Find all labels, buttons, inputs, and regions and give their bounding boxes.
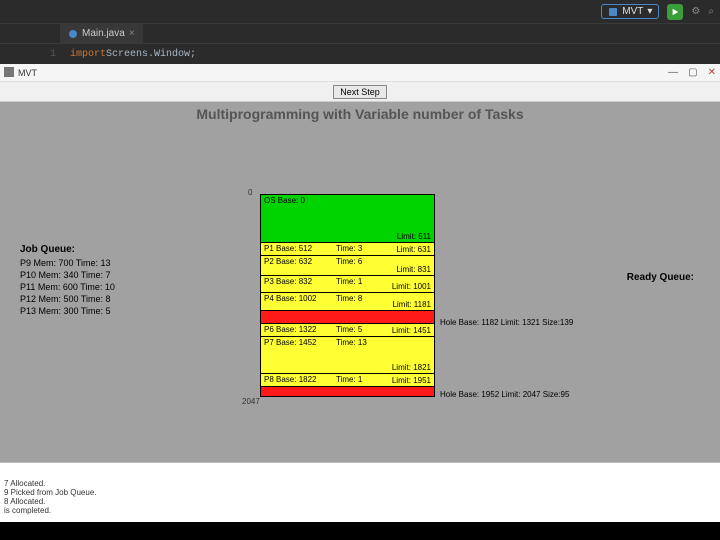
gear-icon[interactable]: ⚙ xyxy=(691,6,700,17)
run-config-selector[interactable]: MVT ▾ xyxy=(601,4,659,19)
close-icon[interactable]: × xyxy=(129,28,135,39)
segment-time: Time: 5 xyxy=(336,325,362,334)
segment-limit: Limit: 1951 xyxy=(392,376,431,385)
java-file-icon xyxy=(68,29,78,39)
editor-code-area[interactable]: 1 import Screens.Window; xyxy=(0,44,720,64)
job-queue-title: Job Queue: xyxy=(20,244,115,255)
memory-segment: P2 Base: 632 Time: 6 Limit: 831 xyxy=(261,256,434,276)
ide-topbar: MVT ▾ ⚙ ⌕ xyxy=(0,0,720,24)
tab-filename: Main.java xyxy=(82,28,125,39)
segment-base: OS Base: 0 xyxy=(264,196,305,205)
window-titlebar[interactable]: MVT — ▢ ✕ xyxy=(0,64,720,82)
close-window-icon[interactable]: ✕ xyxy=(708,67,716,78)
memory-segment: P1 Base: 512 Time: 3 Limit: 631 xyxy=(261,243,434,256)
job-queue: Job Queue: P9 Mem: 700 Time: 13P10 Mem: … xyxy=(20,244,115,317)
run-config-icon xyxy=(608,7,618,17)
maximize-icon[interactable]: ▢ xyxy=(688,67,697,78)
console-line: 8 Allocated. xyxy=(4,497,716,506)
memory-segment xyxy=(261,311,434,324)
minimize-icon[interactable]: — xyxy=(668,67,678,78)
segment-base: P1 Base: 512 xyxy=(264,244,312,253)
segment-time: Time: 3 xyxy=(336,244,362,253)
segment-time: Time: 6 xyxy=(336,257,362,266)
run-button[interactable] xyxy=(667,4,683,20)
memory-segment xyxy=(261,387,434,396)
line-number: 1 xyxy=(0,49,70,60)
segment-base: P7 Base: 1452 xyxy=(264,338,316,347)
memory-segment: P8 Base: 1822 Time: 1 Limit: 1951 xyxy=(261,374,434,387)
memory-segment: OS Base: 0 Limit: 511 xyxy=(261,195,434,243)
segment-time: Time: 8 xyxy=(336,294,362,303)
play-icon xyxy=(671,8,679,16)
run-config-label: MVT xyxy=(622,6,643,17)
job-queue-item: P13 Mem: 300 Time: 5 xyxy=(20,305,115,317)
console-line: 9 Picked from Job Queue. xyxy=(4,488,716,497)
job-queue-item: P11 Mem: 600 Time: 10 xyxy=(20,281,115,293)
chevron-down-icon: ▾ xyxy=(647,6,652,17)
segment-limit: Limit: 1451 xyxy=(392,326,431,335)
editor-tabbar: Main.java × xyxy=(0,24,720,44)
memory-segment: P3 Base: 832 Time: 1 Limit: 1001 xyxy=(261,276,434,293)
segment-limit: Limit: 631 xyxy=(396,245,431,254)
segment-limit: Limit: 1181 xyxy=(392,300,431,309)
code-text: Screens.Window; xyxy=(106,49,196,60)
segment-time: Time: 13 xyxy=(336,338,367,347)
segment-limit: Limit: 831 xyxy=(396,265,431,274)
code-keyword: import xyxy=(70,49,106,60)
app-icon xyxy=(4,67,14,79)
page-heading: Multiprogramming with Variable number of… xyxy=(0,106,720,122)
segment-base: P4 Base: 1002 xyxy=(264,294,316,303)
memory-end-label: 2047 xyxy=(242,397,260,407)
bottom-bar xyxy=(0,522,720,540)
editor-tab-main[interactable]: Main.java × xyxy=(60,24,144,43)
segment-limit: Limit: 1821 xyxy=(392,363,431,372)
segment-time: Time: 1 xyxy=(336,375,362,384)
job-queue-item: P9 Mem: 700 Time: 13 xyxy=(20,257,115,269)
mvt-window: MVT — ▢ ✕ Next Step Multiprogramming wit… xyxy=(0,64,720,462)
window-title: MVT xyxy=(18,68,37,78)
ready-queue-title: Ready Queue: xyxy=(627,272,694,283)
hole-annotation: Hole Base: 1182 Limit: 1321 Size:139 xyxy=(440,318,573,327)
memory-segment: P4 Base: 1002 Time: 8 Limit: 1181 xyxy=(261,293,434,311)
search-icon[interactable]: ⌕ xyxy=(708,6,714,17)
job-queue-item: P10 Mem: 340 Time: 7 xyxy=(20,269,115,281)
next-step-button[interactable]: Next Step xyxy=(333,85,387,99)
job-queue-item: P12 Mem: 500 Time: 8 xyxy=(20,293,115,305)
segment-base: P8 Base: 1822 xyxy=(264,375,316,384)
output-console[interactable]: 7 Allocated.9 Picked from Job Queue.8 Al… xyxy=(0,462,720,522)
memory-diagram: 0 OS Base: 0Limit: 511P1 Base: 512Time: … xyxy=(260,194,440,397)
segment-base: P2 Base: 632 xyxy=(264,257,312,266)
memory-segment: P6 Base: 1322 Time: 5 Limit: 1451 xyxy=(261,324,434,337)
app-content: Job Queue: P9 Mem: 700 Time: 13P10 Mem: … xyxy=(0,122,720,462)
console-line: 7 Allocated. xyxy=(4,479,716,488)
hole-annotation: Hole Base: 1952 Limit: 2047 Size:95 xyxy=(440,390,569,399)
segment-base: P6 Base: 1322 xyxy=(264,325,316,334)
app-toolbar: Next Step xyxy=(0,82,720,102)
segment-base: P3 Base: 832 xyxy=(264,277,312,286)
segment-limit: Limit: 1001 xyxy=(392,282,431,291)
console-line: is completed. xyxy=(4,506,716,515)
segment-limit: Limit: 511 xyxy=(397,232,431,241)
segment-time: Time: 1 xyxy=(336,277,362,286)
memory-segment: P7 Base: 1452 Time: 13 Limit: 1821 xyxy=(261,337,434,374)
memory-start-label: 0 xyxy=(248,188,252,197)
